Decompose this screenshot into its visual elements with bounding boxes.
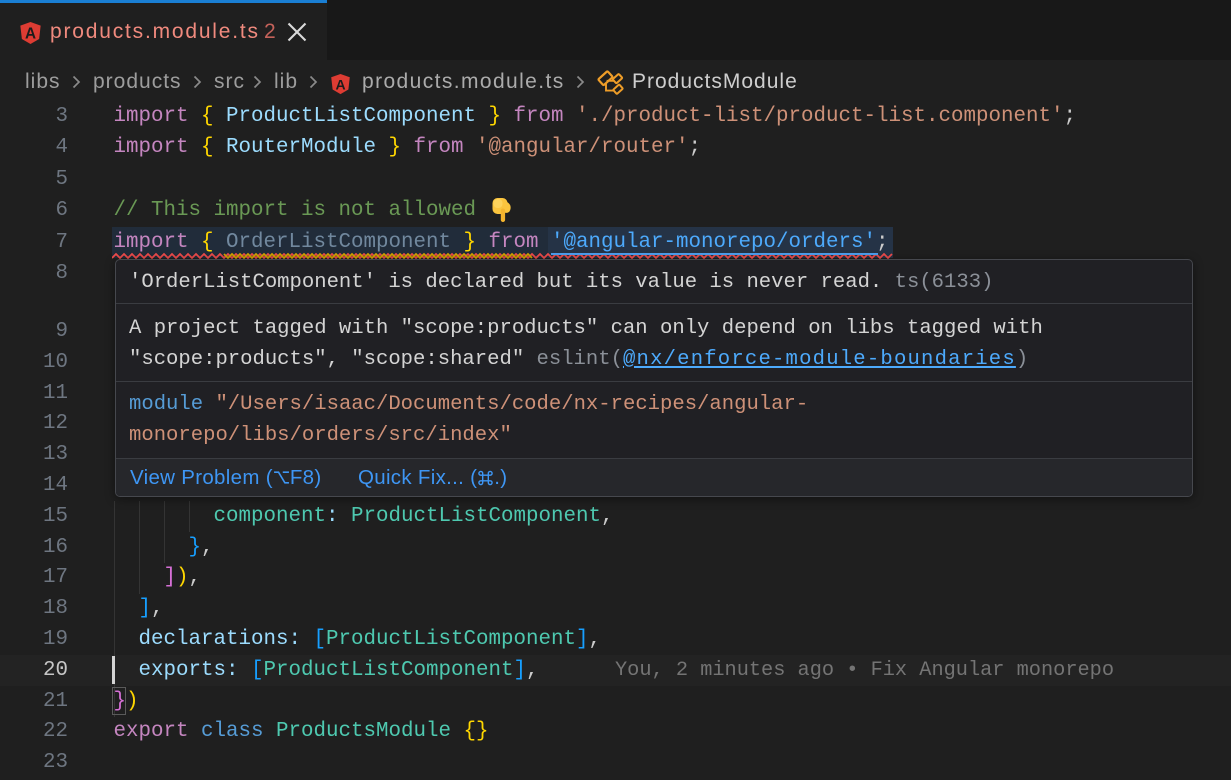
svg-text:A: A bbox=[25, 26, 36, 43]
svg-text:A: A bbox=[335, 76, 345, 92]
